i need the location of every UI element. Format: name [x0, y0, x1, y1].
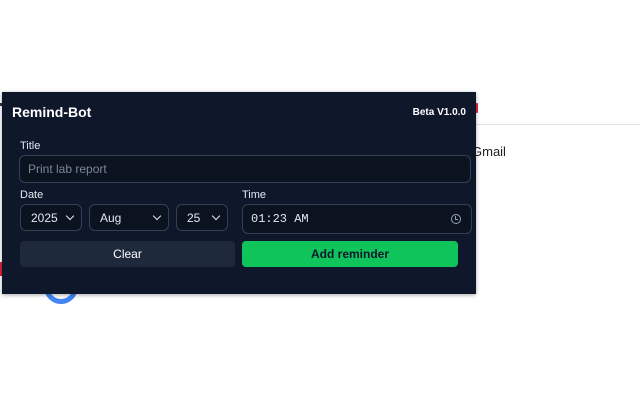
year-select[interactable]: 2025: [20, 204, 82, 231]
year-select-value: 2025: [31, 210, 58, 225]
month-select-value: Aug: [100, 210, 122, 225]
background-divider: [475, 124, 640, 125]
chevron-down-icon: [152, 211, 162, 221]
app-title: Remind-Bot: [12, 104, 92, 120]
version-badge: Beta V1.0.0: [412, 107, 466, 118]
day-select-value: 25: [187, 210, 201, 225]
remind-bot-popup: Remind-Bot Beta V1.0.0 Title Date 2025 A…: [2, 92, 476, 294]
title-label: Title: [20, 140, 41, 152]
chevron-down-icon: [65, 211, 75, 221]
add-reminder-button[interactable]: Add reminder: [242, 241, 458, 267]
clear-button[interactable]: Clear: [20, 241, 235, 267]
month-select[interactable]: Aug: [89, 204, 169, 231]
time-value: 01:23 AM: [251, 212, 309, 226]
clock-icon[interactable]: [451, 214, 461, 224]
time-input[interactable]: 01:23 AM: [242, 204, 472, 234]
day-select[interactable]: 25: [176, 204, 228, 231]
chevron-down-icon: [211, 211, 221, 221]
date-label: Date: [20, 189, 44, 201]
title-input[interactable]: [19, 155, 471, 183]
time-label: Time: [242, 189, 267, 201]
background-gmail-link[interactable]: Gmail: [472, 144, 506, 159]
